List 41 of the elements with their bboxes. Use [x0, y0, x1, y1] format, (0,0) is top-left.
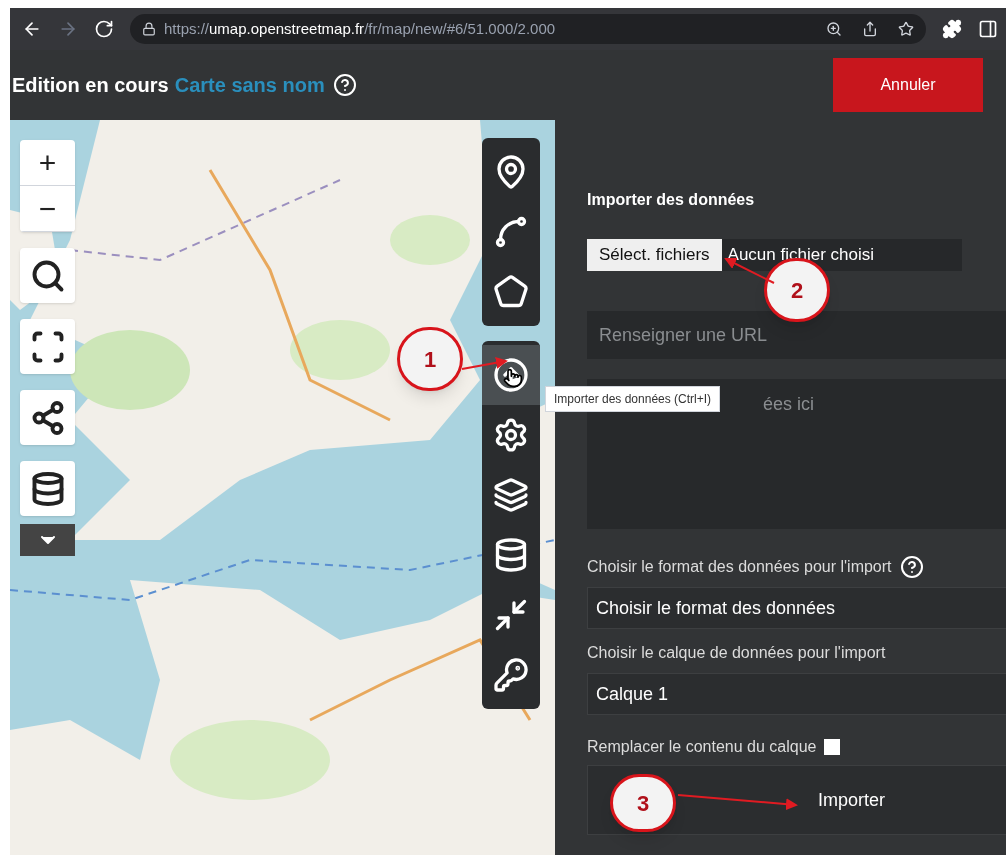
- cancel-button[interactable]: Annuler: [833, 58, 983, 112]
- key-icon: [493, 657, 529, 693]
- help-icon[interactable]: [899, 555, 924, 579]
- data-button[interactable]: [20, 461, 75, 516]
- layer-select[interactable]: Calque 1: [587, 673, 1006, 715]
- replace-label: Remplacer le contenu du calque: [587, 737, 817, 757]
- help-icon[interactable]: [332, 73, 357, 97]
- settings-icon: [493, 417, 529, 453]
- zoom-in-button[interactable]: +: [20, 140, 75, 186]
- side-panel-icon[interactable]: [978, 19, 998, 39]
- edit-status: Edition en cours: [12, 73, 169, 98]
- address-bar[interactable]: https://umap.openstreetmap.fr/fr/map/new/#6/51.000/2.000: [130, 14, 926, 44]
- format-select[interactable]: Choisir le format des données: [587, 587, 1006, 629]
- arrows-icon: [493, 597, 529, 633]
- polyline-icon: [493, 214, 529, 250]
- expand-button[interactable]: [20, 524, 75, 556]
- select-files-button[interactable]: Sélect. fichiers: [587, 239, 722, 271]
- import-button[interactable]: 3 Importer: [587, 765, 1006, 835]
- database-icon: [493, 537, 529, 573]
- tool-button[interactable]: [482, 345, 540, 405]
- polygon-icon: [493, 274, 529, 310]
- share-icon[interactable]: [862, 21, 878, 37]
- url-field[interactable]: Renseigner une URL: [587, 311, 1006, 359]
- lock-icon: [142, 22, 156, 36]
- format-label: Choisir le format des données pour l'import: [587, 557, 892, 577]
- reload-icon[interactable]: [94, 19, 114, 39]
- zoom-out-button[interactable]: −: [20, 186, 75, 232]
- extensions-icon[interactable]: [942, 19, 962, 39]
- layers-icon: [493, 477, 529, 513]
- layer-label: Choisir le calque de données pour l'import: [587, 643, 887, 663]
- replace-checkbox[interactable]: [824, 739, 841, 755]
- url-text: https://umap.openstreetmap.fr/fr/map/new/#6/51.000/2.000: [164, 18, 556, 39]
- step-callout: 3: [610, 774, 676, 832]
- search-button[interactable]: [20, 248, 75, 303]
- share-button[interactable]: [20, 390, 75, 445]
- fullscreen-button[interactable]: [20, 319, 75, 374]
- tooltip: Importer des données (Ctrl+I): [545, 386, 721, 412]
- bookmark-icon[interactable]: [898, 21, 914, 37]
- hand-cursor-icon: [503, 368, 523, 388]
- panel-title: Importer des données: [587, 190, 756, 210]
- zoom-icon[interactable]: [826, 21, 842, 37]
